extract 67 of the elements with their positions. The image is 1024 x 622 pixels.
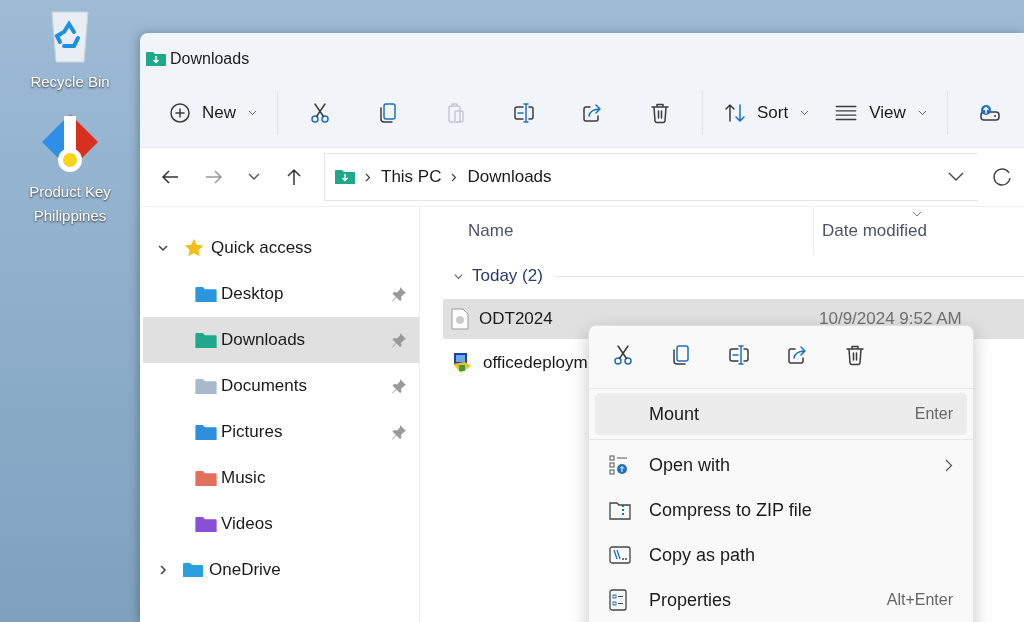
folder-icon xyxy=(183,562,203,578)
sidebar-item[interactable]: OneDrive xyxy=(143,547,419,593)
chevron-down-icon[interactable] xyxy=(248,173,260,181)
chevron-down-icon xyxy=(248,110,257,116)
toolbar-button[interactable]: Sort xyxy=(719,91,814,135)
sidebar-item[interactable]: Quick access xyxy=(143,225,419,271)
sidebar-item[interactable]: Music xyxy=(143,455,419,501)
chevron-down-icon xyxy=(917,110,927,116)
file-row[interactable]: officedeploym xyxy=(443,343,1024,383)
open-with-icon xyxy=(609,455,629,475)
setup-program-icon xyxy=(451,352,473,374)
group-header[interactable]: Today (2) xyxy=(472,266,543,286)
disc-file-icon xyxy=(451,308,469,330)
chevron-right-icon[interactable] xyxy=(157,564,169,576)
rename-icon xyxy=(727,343,751,367)
folder-icon xyxy=(195,377,217,395)
folder-icon xyxy=(195,423,217,441)
sidebar-item[interactable]: Pictures xyxy=(143,409,419,455)
sidebar-item[interactable]: Downloads xyxy=(143,317,419,363)
chevron-right-icon xyxy=(451,172,458,182)
trash-icon xyxy=(843,343,867,367)
scissors-icon xyxy=(308,101,332,125)
toolbar-button[interactable]: View xyxy=(829,91,931,135)
share-icon xyxy=(580,101,604,125)
pin-icon[interactable] xyxy=(391,378,407,394)
properties-icon xyxy=(609,589,627,611)
sidebar-item[interactable]: Documents xyxy=(143,363,419,409)
menu-item[interactable]: Open with xyxy=(595,444,967,486)
sort-indicator-icon xyxy=(912,211,922,217)
menu-item[interactable]: Copy as path xyxy=(595,534,967,576)
zip-folder-icon xyxy=(609,500,631,520)
toolbar-button[interactable]: New xyxy=(164,91,261,135)
shortcut-hint: Alt+Enter xyxy=(886,591,953,609)
chevron-right-icon xyxy=(365,172,371,182)
trash-icon xyxy=(648,101,672,125)
folder-icon xyxy=(195,469,217,487)
sidebar-item[interactable]: Videos xyxy=(143,501,419,547)
refresh-icon[interactable] xyxy=(992,167,1012,187)
date-cell: 10/9/2024 9:52 AM xyxy=(819,309,962,329)
star-icon xyxy=(183,237,205,259)
folder-icon xyxy=(335,169,355,185)
chevron-down-icon[interactable] xyxy=(157,242,169,254)
sort-icon xyxy=(723,101,747,125)
shortcut-hint: Enter xyxy=(914,405,953,423)
column-header[interactable]: Name xyxy=(443,207,813,255)
folder-icon xyxy=(195,285,217,303)
pin-icon[interactable] xyxy=(391,286,407,302)
chevron-down-icon[interactable] xyxy=(948,172,964,182)
pin-icon[interactable] xyxy=(391,424,407,440)
folder-icon xyxy=(146,51,166,67)
sidebar-item[interactable]: Desktop xyxy=(143,271,419,317)
share-icon xyxy=(785,343,809,367)
scissors-icon xyxy=(611,343,635,367)
chevron-down-icon xyxy=(800,110,810,116)
folder-icon xyxy=(195,331,217,349)
menu-item[interactable]: Compress to ZIP file xyxy=(595,489,967,531)
copy-path-icon xyxy=(609,546,631,564)
column-header[interactable]: Date modified xyxy=(813,207,1024,255)
breadcrumb[interactable]: Downloads xyxy=(467,167,552,187)
address-bar[interactable]: This PC Downloads xyxy=(324,153,978,201)
window-title: Downloads xyxy=(170,50,250,68)
menu-item[interactable]: Properties Alt+Enter xyxy=(595,579,967,621)
breadcrumb[interactable]: This PC xyxy=(381,167,442,187)
plus-icon xyxy=(168,101,192,125)
rename-icon xyxy=(512,101,536,125)
menu-item[interactable]: Mount Enter xyxy=(595,393,967,435)
folder-icon xyxy=(195,515,217,533)
